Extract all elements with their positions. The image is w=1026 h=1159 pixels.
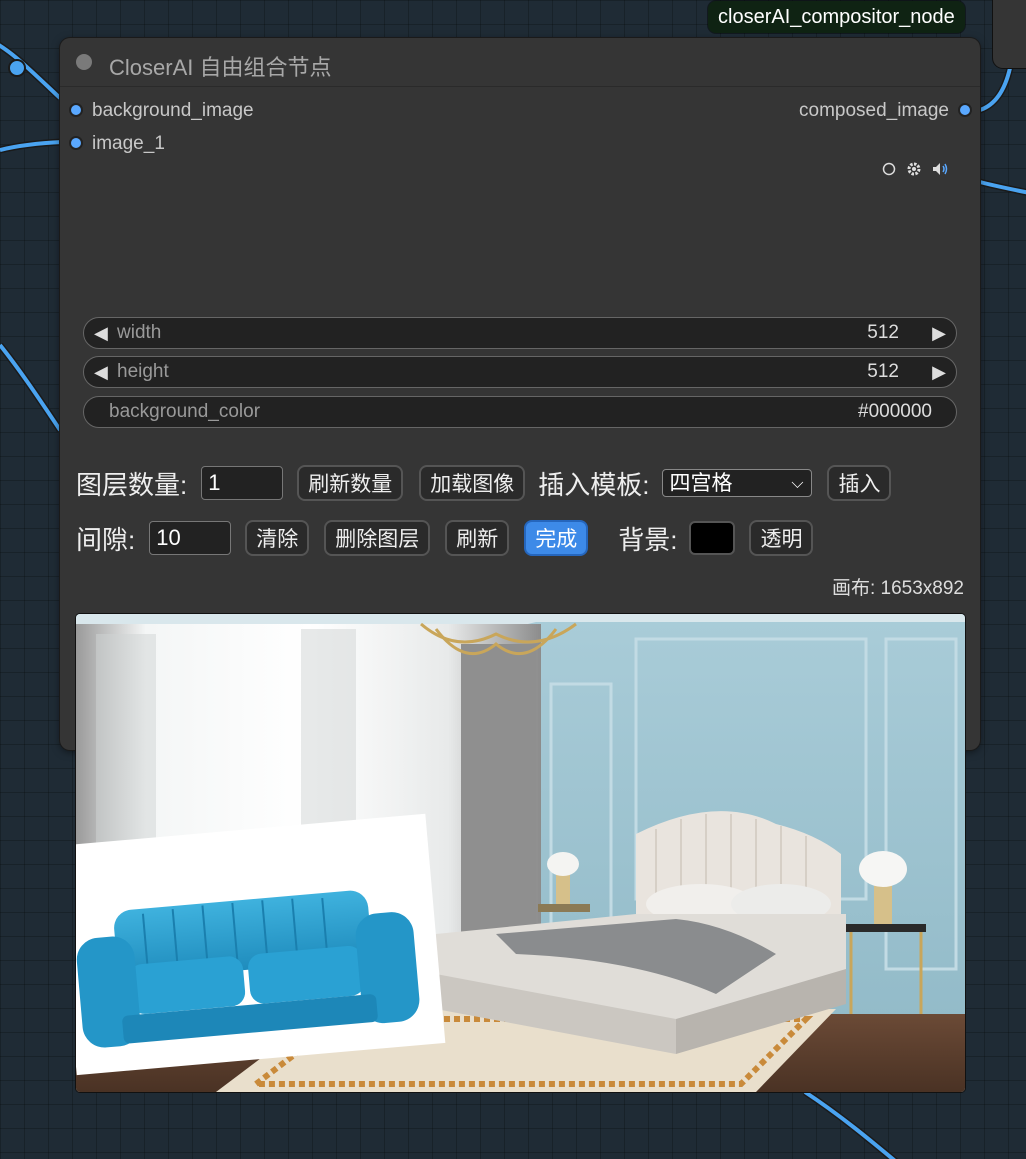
background-color-label: background_color	[109, 401, 261, 422]
node-mini-icons	[882, 161, 950, 182]
layer-count-input[interactable]	[201, 466, 284, 500]
insert-template-label: 插入模板:	[538, 469, 650, 500]
clear-button[interactable]: 清除	[245, 520, 310, 556]
input-slot-image-1: image_1	[92, 133, 165, 154]
output-slot-composed-image-icon[interactable]	[958, 103, 972, 117]
height-decrement-icon[interactable]: ◀	[94, 357, 108, 387]
bedroom-composition-image	[76, 614, 965, 1092]
node-type-badge: closerAI_compositor_node	[708, 1, 965, 33]
height-label: height	[117, 361, 169, 382]
height-increment-icon[interactable]: ▶	[932, 357, 946, 387]
circle-icon[interactable]	[882, 162, 896, 181]
done-button[interactable]: 完成	[524, 520, 589, 556]
transparent-button[interactable]: 透明	[749, 520, 814, 556]
height-value: 512	[867, 361, 899, 382]
gear-icon[interactable]	[906, 161, 922, 182]
background-color-swatch[interactable]	[689, 521, 736, 555]
speaker-icon[interactable]	[932, 162, 950, 181]
node-header[interactable]: CloserAI 自由组合节点	[60, 38, 980, 87]
refresh-button[interactable]: 刷新	[445, 520, 510, 556]
insert-button[interactable]: 插入	[827, 465, 892, 501]
layer-count-label: 图层数量:	[76, 469, 188, 500]
input-slot-image-1-icon[interactable]	[69, 136, 83, 150]
delete-layer-button[interactable]: 删除图层	[324, 520, 431, 556]
gap-label: 间隙:	[76, 524, 136, 555]
node-title: CloserAI 自由组合节点	[109, 55, 332, 80]
width-increment-icon[interactable]: ▶	[932, 318, 946, 348]
neighbor-node[interactable]	[993, 0, 1026, 68]
control-row-layers: 图层数量: 刷新数量 加载图像 插入模板: 四宫格 ⌵ 插入	[76, 463, 892, 503]
load-image-button[interactable]: 加载图像	[419, 465, 526, 501]
refresh-count-button[interactable]: 刷新数量	[297, 465, 404, 501]
output-slot-composed-image: composed_image	[799, 100, 949, 121]
height-widget[interactable]: ◀ height 512 ▶	[83, 356, 957, 388]
background-color-widget[interactable]: background_color #000000	[83, 396, 957, 428]
background-color-value: #000000	[858, 401, 932, 422]
collapse-toggle-icon[interactable]	[76, 54, 92, 70]
chevron-down-icon: ⌵	[791, 473, 804, 492]
canvas-preview[interactable]	[76, 614, 965, 1092]
width-widget[interactable]: ◀ width 512 ▶	[83, 317, 957, 349]
input-slot-background-image-icon[interactable]	[69, 103, 83, 117]
input-slot-background-image: background_image	[92, 100, 254, 121]
width-decrement-icon[interactable]: ◀	[94, 318, 108, 348]
canvas-size-info: 画布: 1653x892	[831, 578, 964, 599]
control-row-actions: 间隙: 清除 删除图层 刷新 完成 背景: 透明	[76, 518, 814, 558]
width-label: width	[117, 322, 162, 343]
gap-input[interactable]	[149, 521, 232, 555]
background-label: 背景:	[618, 524, 678, 555]
template-select[interactable]: 四宫格 ⌵	[662, 469, 813, 497]
width-value: 512	[867, 322, 899, 343]
template-selected: 四宫格	[669, 471, 733, 495]
